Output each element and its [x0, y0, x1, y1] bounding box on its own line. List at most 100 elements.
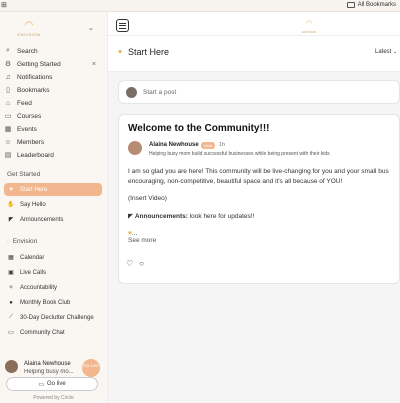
menu-line [119, 25, 126, 26]
comment-icon[interactable]: ○ [139, 259, 144, 268]
post-text-line: encouraging, non-competitive, beautiful … [128, 177, 343, 185]
sidebar-item-label: Events [17, 125, 37, 133]
chevron-down-icon[interactable]: ⌄ [88, 24, 94, 32]
calendar-icon: ▦ [4, 126, 12, 133]
sidebar-item-members[interactable]: ☺ Members [4, 136, 104, 148]
heart-icon: ♥ [118, 49, 123, 56]
chat-icon: ▭ [8, 330, 14, 336]
space-item-label: Live Calls [20, 269, 47, 276]
sidebar-item-label: Search [17, 47, 38, 55]
bookmark-icon: ▯ [6, 87, 10, 94]
powered-by[interactable]: Powered by Circle [0, 395, 107, 401]
go-live-badge[interactable]: Go Live [82, 359, 100, 377]
avatar [5, 360, 18, 373]
sidebar-item-notifications[interactable]: ♫ Notifications [4, 71, 104, 83]
post-paragraph: (Insert Video) [128, 195, 167, 202]
sidebar-item-search[interactable]: ⌕ Search [4, 45, 104, 57]
menu-line [119, 22, 126, 24]
space-item-start-here[interactable]: ♥ Start Here [4, 183, 102, 196]
sidebar-item-label: Getting Started [17, 60, 61, 68]
sidebar-item-leaderboard[interactable]: ▤ Leaderboard [4, 149, 104, 161]
space-item-declutter[interactable]: ⟋ 30-Day Declutter Challenge [4, 311, 102, 324]
apps-grid-icon[interactable]: ⊞ [1, 2, 8, 9]
space-item-accountability[interactable]: ✧ Accountability [4, 281, 102, 294]
heart-icon: ♥ [9, 186, 13, 193]
post-paragraph: ♥... [128, 229, 399, 239]
video-icon: ▭ [38, 381, 44, 388]
settings-icon: ⚙ [4, 61, 12, 68]
book-icon: ● [9, 299, 13, 306]
sidebar-item-events[interactable]: ▦ Events [4, 123, 104, 135]
handshake-icon: ✧ [8, 285, 14, 291]
space-item-calendar[interactable]: ▦ Calendar [4, 251, 102, 264]
user-name: Alaina Newhouse [24, 361, 71, 367]
space-header: ♥ Start Here Latest ⌄ [108, 36, 400, 72]
sidebar-item-courses[interactable]: ▭ Courses [4, 110, 104, 122]
post-card: Welcome to the Community!!! Alaina Newho… [118, 114, 400, 284]
space-item-label: Accountability [20, 284, 58, 291]
all-bookmarks-label: All Bookmarks [357, 2, 396, 8]
author-bio: Helping busy mom build successful busine… [149, 151, 330, 157]
sidebar-item-bookmarks[interactable]: ▯ Bookmarks [4, 84, 104, 96]
user-subtitle: Helping busy mo... [24, 369, 74, 375]
post-title[interactable]: Welcome to the Community!!! [128, 123, 269, 134]
author-name[interactable]: Alaina Newhouse [149, 142, 199, 148]
section-label-get-started: Get Started [7, 171, 41, 178]
members-icon: ☺ [4, 138, 12, 146]
chevron-down-icon: ⌄ [393, 49, 398, 55]
logo-text: ENVISION [17, 32, 41, 37]
start-post-placeholder: Start a post [143, 89, 177, 96]
sun-logo-icon: ◠ [24, 20, 34, 31]
space-item-label: Start Here [20, 186, 48, 193]
space-item-community-chat[interactable]: ▭ Community Chat [4, 326, 102, 339]
like-heart-icon[interactable]: ♡ [126, 259, 133, 268]
sort-dropdown[interactable]: Latest ⌄ [375, 49, 397, 55]
chart-icon: ▤ [4, 152, 12, 159]
bookmarks-bar: ⊞ All Bookmarks [0, 0, 400, 12]
sidebar: ◠ ENVISION ⌄ ⌕ Search ⚙ Getting Started … [0, 12, 108, 403]
close-icon[interactable]: × [92, 61, 96, 68]
author-avatar[interactable] [128, 141, 142, 155]
space-item-say-hello[interactable]: ✋ Say Hello [4, 198, 102, 211]
space-item-announcements[interactable]: ◤ Announcements [4, 213, 102, 226]
sun-logo-icon: ◠ [305, 20, 313, 27]
post-paragraph: I am so glad you are here! This communit… [128, 167, 399, 186]
space-item-live-calls[interactable]: ▣ Live Calls [4, 266, 102, 279]
space-item-label: Monthly Book Club [20, 299, 71, 306]
start-post-box[interactable]: Start a post [118, 80, 400, 104]
section-label-envision: ◌ Envision [7, 238, 37, 245]
sidebar-item-label: Bookmarks [17, 86, 50, 94]
space-item-label: Say Hello [20, 201, 46, 208]
space-item-label: Announcements [20, 216, 64, 223]
page-title: Start Here [128, 47, 170, 57]
post-time: 1h [219, 142, 226, 148]
space-item-label: Community Chat [20, 329, 65, 336]
menu-line [119, 27, 126, 29]
announcement-text: look here for updates!! [187, 212, 255, 220]
sidebar-item-label: Courses [17, 112, 42, 120]
sidebar-item-feed[interactable]: ⌂ Feed [4, 97, 104, 109]
go-live-button[interactable]: ▭ Go live [6, 377, 98, 391]
main-content: ◠ ENVISION ♥ Start Here Latest ⌄ Start a… [108, 12, 400, 403]
header-logo[interactable]: ◠ ENVISION [298, 20, 320, 34]
space-item-book-club[interactable]: ● Monthly Book Club [4, 296, 102, 309]
all-bookmarks-button[interactable]: All Bookmarks [346, 2, 396, 8]
section-label-text: Envision [12, 238, 38, 245]
sidebar-item-getting-started[interactable]: ⚙ Getting Started × [4, 58, 104, 70]
course-icon: ▭ [4, 113, 12, 120]
sun-icon: ◌ [7, 238, 11, 245]
home-icon: ⌂ [5, 99, 11, 107]
menu-toggle-button[interactable] [116, 19, 129, 32]
broom-icon: ⟋ [8, 314, 14, 320]
sidebar-item-label: Members [17, 138, 45, 146]
go-live-label: Go live [46, 381, 66, 387]
sort-label: Latest [375, 49, 392, 55]
live-icon: ▣ [8, 270, 14, 276]
megaphone-icon: ◤ [8, 217, 14, 223]
space-item-label: 30-Day Declutter Challenge [20, 314, 94, 321]
see-more-link[interactable]: See more [128, 237, 156, 244]
calendar-icon: ▦ [8, 255, 14, 261]
space-item-label: Calendar [20, 254, 45, 261]
post-actions: ♡ ○ [126, 259, 144, 268]
community-logo[interactable]: ◠ ENVISION [14, 20, 44, 42]
